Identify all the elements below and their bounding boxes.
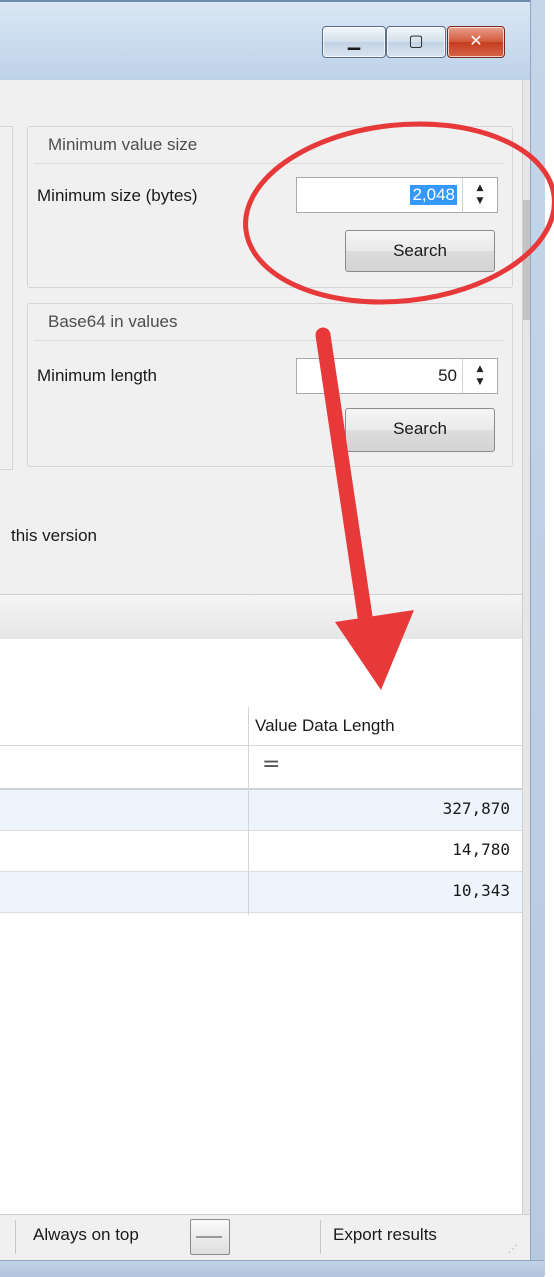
left-group-box-edge [0, 126, 13, 470]
group-title: Base64 in values [48, 312, 178, 331]
window-frame-bottom [0, 1260, 544, 1277]
minimum-length-spinbox[interactable]: 50 ▲ ▼ [296, 358, 498, 394]
resize-grip-icon[interactable]: ⋰ [508, 1244, 519, 1255]
scrollbar-thumb[interactable] [523, 200, 530, 320]
toggle-knob[interactable] [196, 1236, 222, 1238]
window-frame-right [530, 0, 545, 1276]
spin-up-icon[interactable]: ▲ [463, 183, 497, 193]
spin-arrows[interactable]: ▲ ▼ [462, 178, 497, 212]
table-row[interactable]: 327,870 [0, 790, 522, 831]
value-data-length-cell: 10,343 [452, 881, 510, 900]
info-text: this version [11, 526, 97, 545]
status-separator [320, 1220, 321, 1254]
spin-down-icon[interactable]: ▼ [463, 196, 497, 206]
maximize-button[interactable]: ▢ [386, 26, 446, 58]
search-base64-button[interactable]: Search [345, 408, 495, 452]
always-on-top-label: Always on top [33, 1225, 139, 1244]
minimize-button[interactable]: ▁ [322, 26, 386, 58]
minimize-icon: ▁ [347, 31, 361, 50]
table-row[interactable]: 14,780 [0, 831, 522, 872]
grid-group-panel [0, 639, 522, 707]
value-data-length-cell: 14,780 [452, 840, 510, 859]
toolbar-strip [0, 594, 522, 640]
column-header-value-data-length[interactable]: Value Data Length [255, 716, 395, 736]
minimum-size-spinbox[interactable]: 2,048 ▲ ▼ [296, 177, 498, 213]
minimum-size-value[interactable]: 2,048 [410, 185, 457, 205]
value-data-length-cell: 327,870 [442, 799, 510, 818]
group-title: Minimum value size [48, 135, 198, 154]
minimum-length-value[interactable]: 50 [438, 366, 457, 386]
spin-up-icon[interactable]: ▲ [463, 364, 497, 374]
table-row[interactable]: 10,343 [0, 872, 522, 913]
column-divider[interactable] [248, 707, 249, 915]
spin-down-icon[interactable]: ▼ [463, 377, 497, 387]
close-icon: ✕ [469, 31, 483, 50]
minimum-size-label: Minimum size (bytes) [37, 186, 198, 205]
status-separator [15, 1220, 16, 1254]
divider [34, 163, 504, 164]
divider [34, 340, 504, 341]
filter-equals-icon[interactable]: = [262, 752, 280, 777]
filter-row[interactable] [0, 746, 522, 790]
export-results-button[interactable]: Export results [333, 1225, 437, 1245]
search-min-size-button[interactable]: Search [345, 230, 495, 272]
spin-arrows[interactable]: ▲ ▼ [462, 359, 497, 393]
maximize-icon: ▢ [408, 31, 424, 50]
minimum-length-label: Minimum length [37, 366, 157, 385]
close-button[interactable]: ✕ [447, 26, 505, 58]
